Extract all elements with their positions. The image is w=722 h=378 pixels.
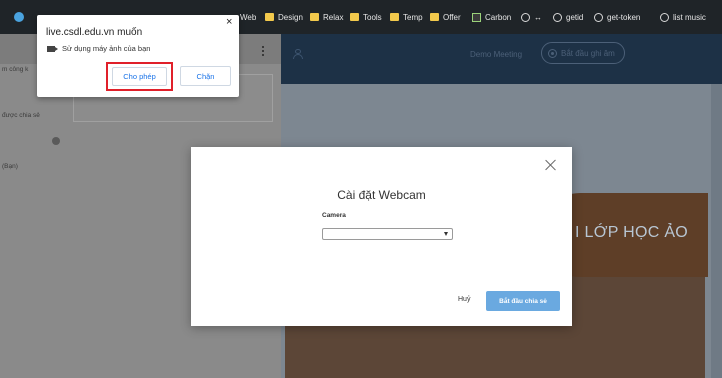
close-icon[interactable]: ×: [226, 17, 232, 28]
camera-label: Camera: [322, 212, 346, 219]
folder-icon: [430, 13, 439, 21]
allow-button[interactable]: Cho phép: [112, 67, 167, 86]
bookmark-carbon[interactable]: Carbon: [472, 9, 511, 25]
block-button[interactable]: Chặn: [180, 66, 231, 86]
bookmark-label: Web: [240, 12, 257, 22]
bookmark-label: Design: [278, 12, 303, 22]
globe-icon: [660, 12, 669, 22]
globe-icon: [594, 12, 603, 22]
chevron-down-icon: [444, 232, 448, 236]
left-panel-item: được chia sẻ: [2, 112, 40, 119]
browser-logo-icon: [14, 12, 24, 22]
bookmark-web[interactable]: Web: [240, 9, 256, 25]
bookmark-label: get-token: [607, 12, 641, 22]
folder-icon: [265, 13, 274, 21]
record-button[interactable]: Bắt đầu ghi âm: [541, 42, 625, 64]
record-label: Bắt đầu ghi âm: [561, 48, 615, 58]
user-icon[interactable]: [293, 49, 303, 59]
settings-dot-icon[interactable]: [52, 137, 60, 145]
bookmark-label: Offer: [443, 12, 461, 22]
allow-button-highlight: Cho phép: [106, 62, 173, 91]
more-options-icon[interactable]: [262, 46, 264, 56]
cancel-button[interactable]: Huỷ: [458, 296, 470, 303]
bookmark-tools[interactable]: Tools: [350, 9, 382, 25]
modal-title: Cài đặt Webcam: [337, 188, 426, 202]
banner-text: I LỚP HỌC ẢO: [575, 224, 689, 241]
bookmark-label: Carbon: [485, 12, 512, 22]
camera-select[interactable]: [322, 228, 453, 240]
left-panel-item: m công k: [2, 66, 29, 73]
permission-title: live.csdl.edu.vn muốn: [46, 27, 143, 38]
carbon-icon: [472, 12, 481, 22]
folder-icon: [350, 13, 359, 21]
bookmark-label: ↔: [534, 12, 542, 22]
bookmark-design[interactable]: Design: [265, 9, 303, 25]
camera-icon: [47, 45, 58, 52]
bookmark-label: Temp: [403, 12, 423, 22]
meeting-title: Demo Meeting: [470, 50, 523, 59]
folder-icon: [310, 13, 319, 21]
permission-request-text: Sử dụng máy ảnh của bạn: [62, 44, 151, 53]
bookmark-label: list music: [673, 12, 706, 22]
record-icon: [548, 48, 557, 58]
bookmark-list-music[interactable]: list music: [660, 9, 706, 25]
bookmark-offer[interactable]: Offer: [430, 9, 461, 25]
bookmark-label: Relax: [323, 12, 344, 22]
bookmark-temp[interactable]: Temp: [390, 9, 423, 25]
bookmark-relax[interactable]: Relax: [310, 9, 343, 25]
globe-icon: [553, 12, 562, 22]
bookmark-label: Tools: [363, 12, 382, 22]
permission-request: Sử dụng máy ảnh của bạn: [47, 44, 150, 53]
bookmark-getid[interactable]: getid: [553, 9, 583, 25]
bookmark-get-token[interactable]: get-token: [594, 9, 640, 25]
start-sharing-button[interactable]: Bắt đầu chia sẻ: [486, 291, 560, 311]
main-header: [281, 34, 722, 84]
folder-icon: [390, 13, 399, 21]
participant-self: (Bạn): [2, 163, 18, 170]
bookmark-label: getid: [566, 12, 584, 22]
globe-icon: [521, 12, 530, 22]
close-icon[interactable]: [545, 159, 557, 171]
bookmark-arrows[interactable]: ↔: [521, 9, 542, 25]
